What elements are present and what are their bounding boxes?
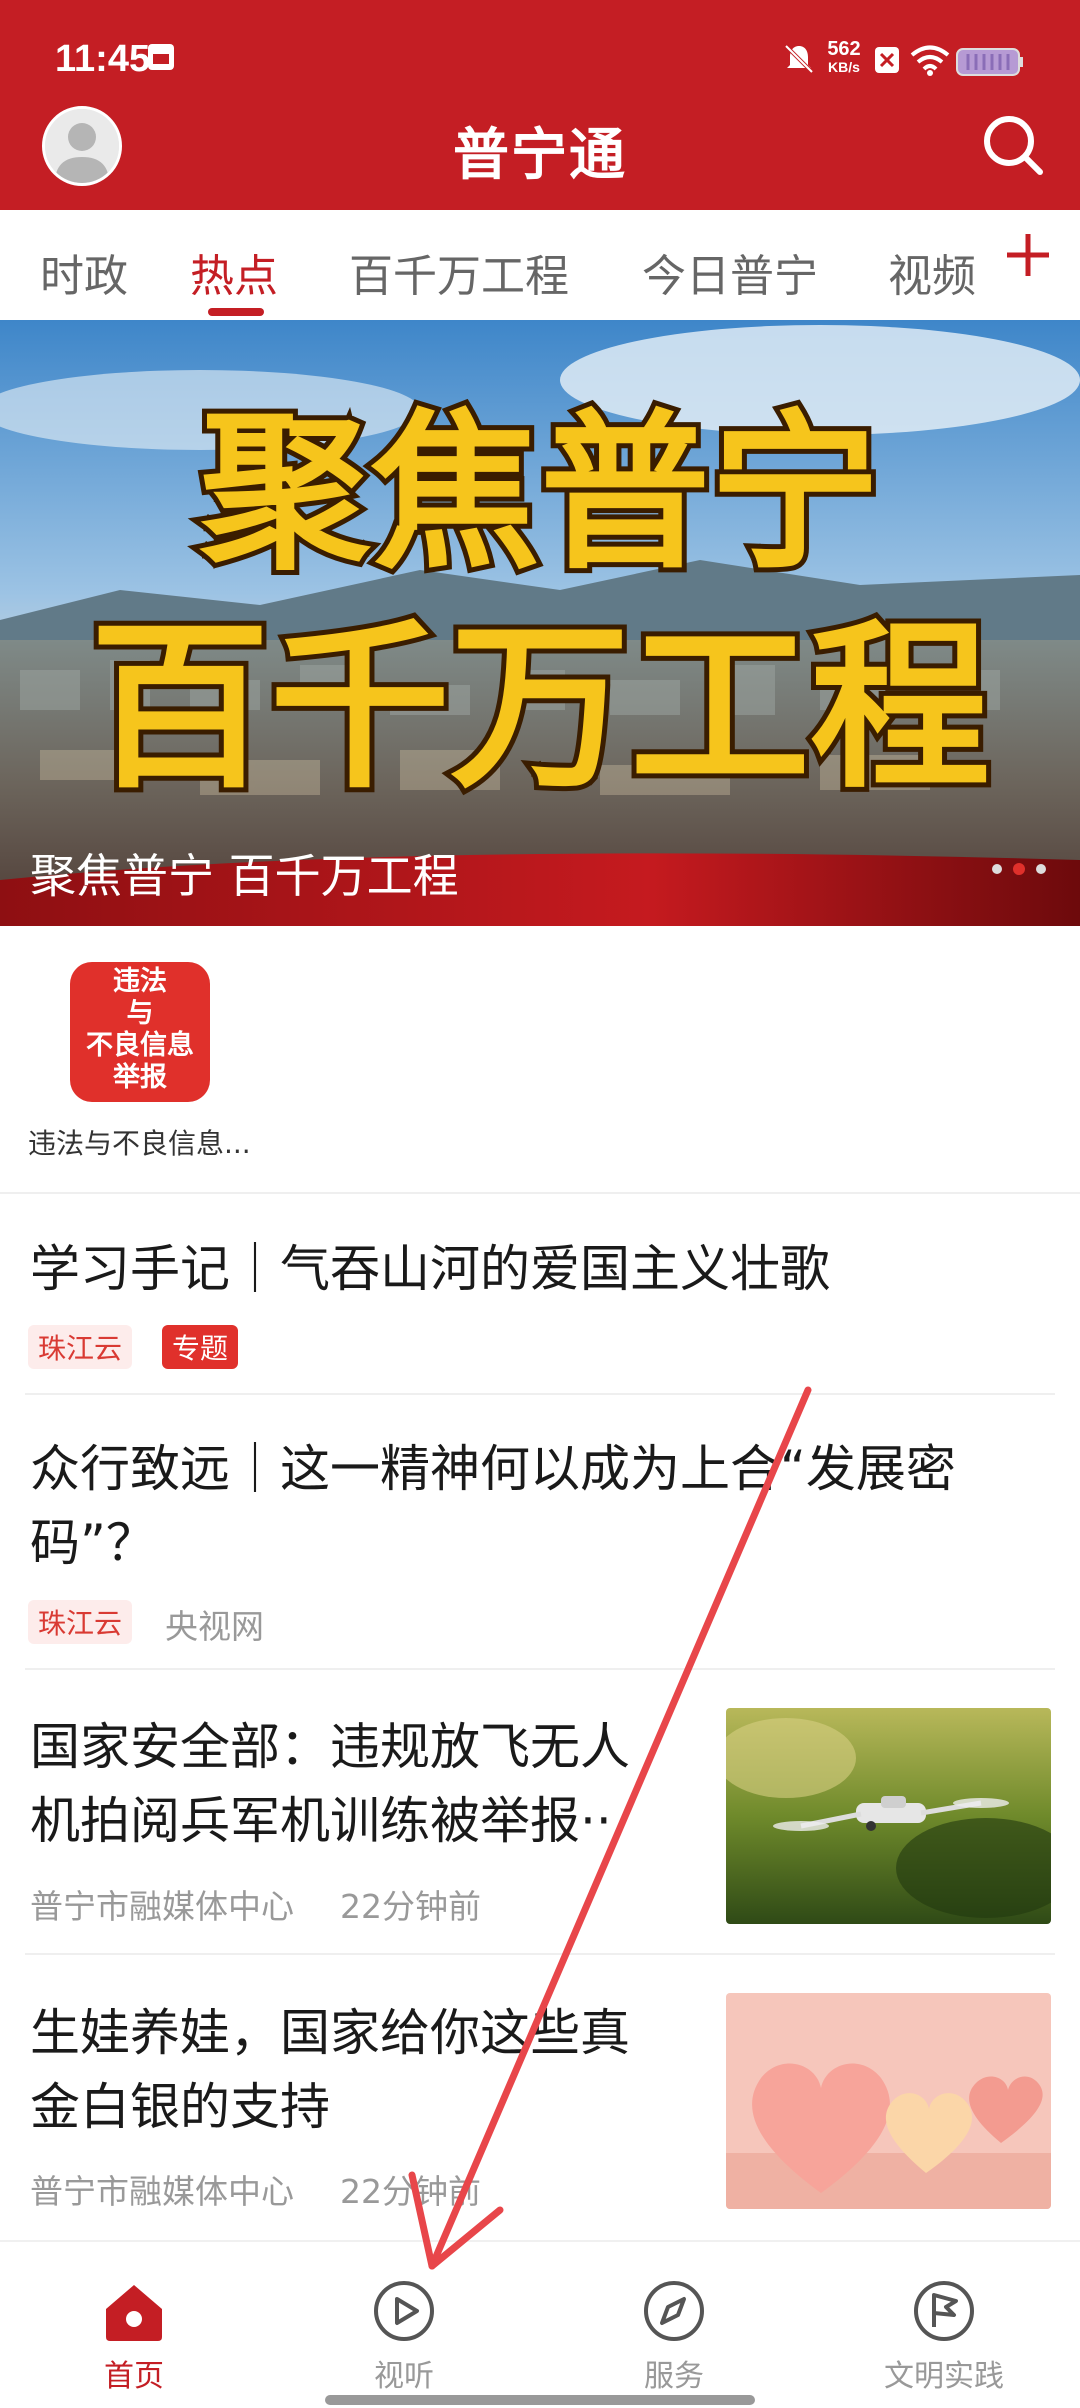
bottom-navigation: 首页 视听 服务 文明实践 xyxy=(0,2240,1080,2408)
search-icon[interactable] xyxy=(980,112,1046,178)
article-title: 学习手记｜气吞山河的爱国主义壮歌 xyxy=(30,1240,830,1298)
title-row: 普宁通 xyxy=(0,100,1080,200)
banner-caption: 聚焦普宁 百千万工程 xyxy=(30,849,459,903)
notification-icon xyxy=(148,44,174,70)
list-divider xyxy=(25,1953,1055,1955)
article-title-line1: 国家安全部：违规放飞无人 xyxy=(30,1718,630,1776)
status-time: 11:45 xyxy=(55,38,151,80)
source-tag: 珠江云 xyxy=(28,1600,133,1644)
hearts-photo-thumbnail xyxy=(726,1993,1051,2209)
battery-icon xyxy=(956,48,1023,76)
tab-jinri-puning[interactable]: 今日普宁 xyxy=(642,240,818,304)
report-service-icon: 违法 与 不良信息 举报 xyxy=(70,962,210,1102)
nav-fuwu[interactable]: 服务 xyxy=(574,2277,774,2395)
article-title-line1: 生娃养娃，国家给你这些真 xyxy=(30,2004,630,2062)
article-title-line2: 机拍阅兵军机训练被举报·· xyxy=(30,1792,612,1850)
article-source: 央视网 xyxy=(165,1607,264,1646)
banner-carousel[interactable]: 聚焦普宁 聚焦普宁 百千万工程 百千万工程 聚焦普宁 百千万工程 xyxy=(0,320,1080,926)
drone-photo-icon xyxy=(726,1708,1051,1924)
article-time: 22分钟前 xyxy=(340,2172,481,2211)
article-time: 22分钟前 xyxy=(340,1887,481,1926)
hearts-photo-icon xyxy=(726,1993,1051,2209)
svg-text:百千万工程: 百千万工程 xyxy=(90,604,990,813)
article-title-line2: 金白银的支持 xyxy=(30,2078,330,2136)
sim-off-icon xyxy=(875,47,899,73)
active-tab-indicator xyxy=(208,308,264,316)
flag-icon xyxy=(914,2281,974,2341)
topic-tag: 专题 xyxy=(162,1325,239,1369)
drone-photo-thumbnail xyxy=(726,1708,1051,1924)
article-source: 普宁市融媒体中心 xyxy=(30,1887,294,1926)
mute-icon xyxy=(784,44,814,74)
svg-text:聚焦普宁: 聚焦普宁 xyxy=(199,395,880,593)
gesture-home-bar[interactable] xyxy=(325,2395,755,2405)
tab-redian[interactable]: 热点 xyxy=(190,240,278,304)
section-divider xyxy=(0,1192,1080,1194)
nav-shiting[interactable]: 视听 xyxy=(304,2277,504,2395)
service-report-illegal[interactable]: 违法 与 不良信息 举报 违法与不良信息... xyxy=(28,962,251,1162)
article-source: 普宁市融媒体中心 xyxy=(30,2172,294,2211)
tab-baiqianwan[interactable]: 百千万工程 xyxy=(349,240,569,304)
play-icon xyxy=(374,2281,434,2341)
nav-wenming-shijian[interactable]: 文明实践 xyxy=(844,2277,1044,2395)
carousel-indicator xyxy=(992,863,1046,875)
compass-icon xyxy=(644,2281,704,2341)
list-divider xyxy=(25,1668,1055,1670)
article-title-line2: 码”？ xyxy=(30,1514,156,1572)
article-title-line1: 众行致远｜这一精神何以成为上合“发展密 xyxy=(30,1440,956,1498)
tab-shipin[interactable]: 视频 xyxy=(888,240,976,304)
network-speed: 562 KB/s xyxy=(827,38,861,75)
home-icon xyxy=(106,2285,162,2341)
source-tag: 珠江云 xyxy=(28,1325,133,1369)
app-title: 普宁通 xyxy=(453,123,627,188)
tab-shizheng[interactable]: 时政 xyxy=(40,240,128,304)
wifi-icon xyxy=(910,45,950,76)
list-divider xyxy=(25,1393,1055,1395)
category-tabs: 时政 热点 百千万工程 今日普宁 视频 xyxy=(0,210,1080,320)
banner-image: 聚焦普宁 聚焦普宁 百千万工程 百千万工程 xyxy=(0,320,1080,926)
add-tab-icon[interactable] xyxy=(1003,230,1053,280)
nav-home[interactable]: 首页 xyxy=(34,2277,234,2395)
service-label: 违法与不良信息... xyxy=(28,1127,251,1160)
app-header: 11:45 562 KB/s 普宁通 xyxy=(0,0,1080,210)
